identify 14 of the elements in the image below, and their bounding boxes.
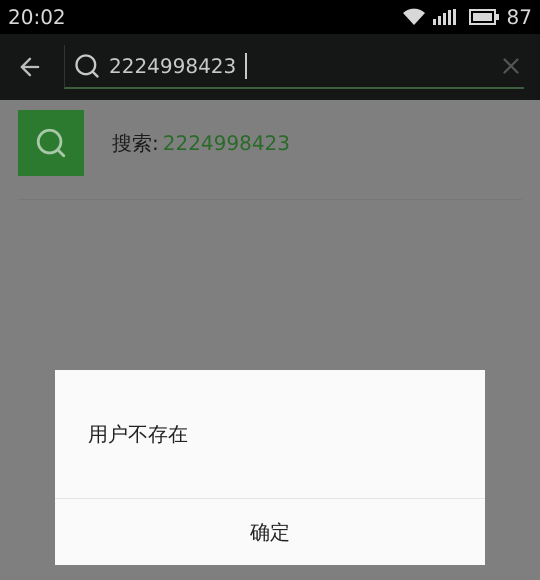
confirm-button[interactable]: 确定 bbox=[55, 498, 485, 565]
search-icon bbox=[73, 52, 101, 80]
battery-level: 87 bbox=[506, 4, 532, 31]
search-tile-icon bbox=[18, 110, 84, 176]
signal-icon bbox=[432, 9, 457, 25]
result-query: 2224998423 bbox=[162, 130, 290, 157]
dialog-message: 用户不存在 bbox=[88, 421, 188, 448]
clock: 20:02 bbox=[8, 4, 66, 31]
search-field[interactable]: 2224998423 bbox=[64, 45, 524, 89]
battery-icon bbox=[468, 9, 499, 25]
search-result[interactable]: 搜索: 2224998423 bbox=[18, 110, 522, 200]
search-input[interactable]: 2224998423 bbox=[109, 51, 245, 81]
result-label: 搜索: bbox=[112, 130, 159, 157]
wifi-icon bbox=[402, 8, 425, 26]
